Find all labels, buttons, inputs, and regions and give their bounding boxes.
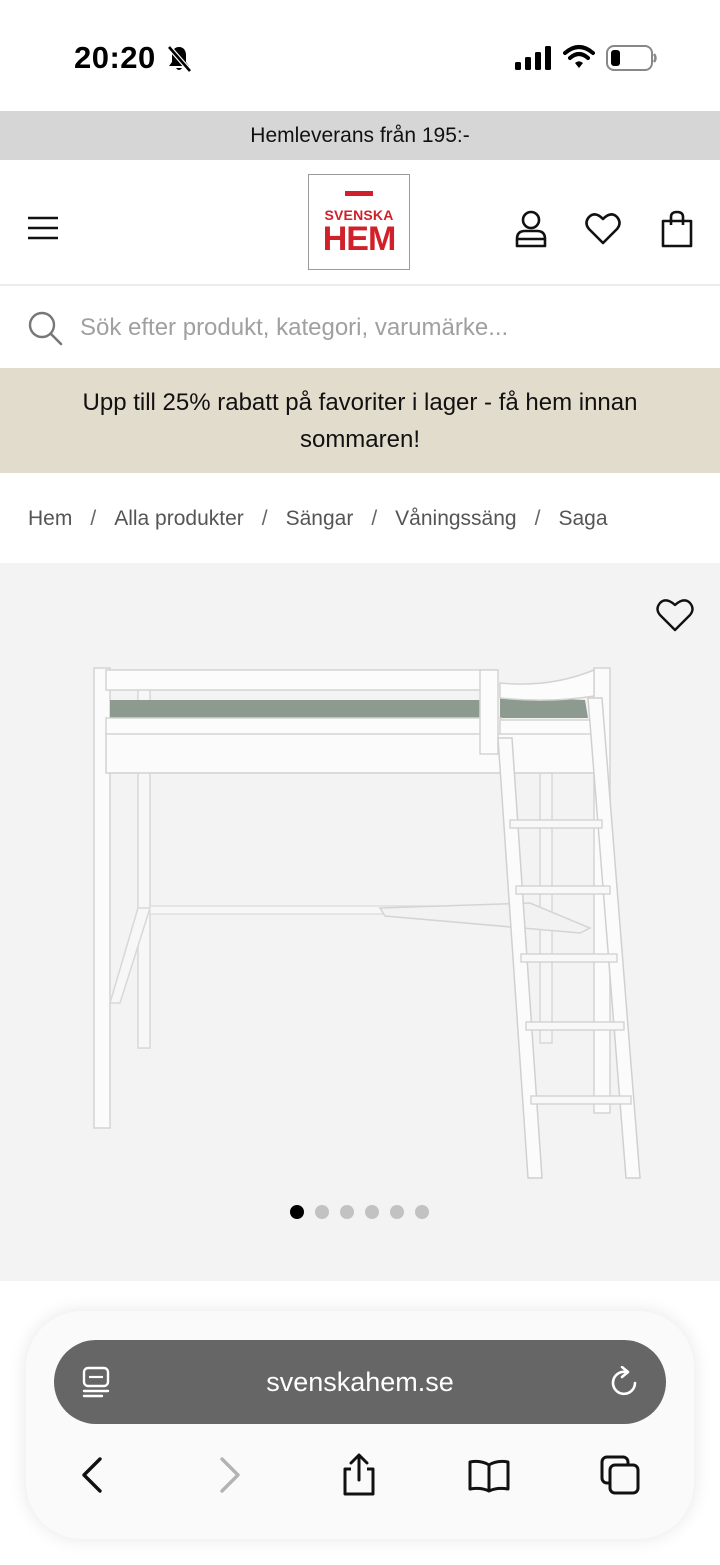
favorite-heart-icon[interactable] [656,597,694,633]
share-icon[interactable] [337,1453,381,1497]
status-bar: 20:20 [0,0,720,111]
address-bar[interactable]: svenskahem.se [54,1340,666,1424]
back-icon[interactable] [72,1453,116,1497]
shopping-bag-icon[interactable] [660,210,694,248]
gallery-dot-3[interactable] [340,1205,354,1219]
promo-banner[interactable]: Upp till 25% rabatt på favoriter i lager… [0,368,720,473]
heart-icon[interactable] [585,212,621,246]
battery-icon [606,45,657,71]
breadcrumb-item-sangar[interactable]: Sängar [286,507,354,531]
breadcrumb-item-saga[interactable]: Saga [558,507,607,531]
menu-icon[interactable] [28,215,58,241]
user-icon[interactable] [514,210,548,248]
gallery-pagination [290,1205,429,1219]
gallery-dot-5[interactable] [390,1205,404,1219]
gallery-dot-6[interactable] [415,1205,429,1219]
forward-icon[interactable] [206,1453,250,1497]
breadcrumb-separator: / [371,507,378,530]
gallery-dot-4[interactable] [365,1205,379,1219]
bookmarks-icon[interactable] [467,1453,511,1497]
product-image-loft-bed[interactable] [80,658,650,1188]
breadcrumb-separator: / [261,507,268,530]
breadcrumb: Hem / Alla produkter / Sängar / Våningss… [28,505,608,533]
url-text[interactable]: svenskahem.se [54,1340,666,1424]
search-input[interactable] [80,306,700,350]
breadcrumb-item-hem[interactable]: Hem [28,507,72,531]
breadcrumb-separator: / [534,507,541,530]
search-icon [28,311,63,346]
wifi-icon [563,45,595,68]
bell-slash-icon [167,45,192,73]
breadcrumb-separator: / [90,507,97,530]
cellular-signal-icon [515,46,551,70]
gallery-dot-1[interactable] [290,1205,304,1219]
logo-bar [345,191,373,196]
breadcrumb-item-alla-produkter[interactable]: Alla produkter [114,507,244,531]
site-header: SVENSKA HEM [0,160,720,286]
gallery-dot-2[interactable] [315,1205,329,1219]
search-bar [0,288,720,368]
tabs-icon[interactable] [598,1453,642,1497]
breadcrumb-item-vaningssang[interactable]: Våningssäng [395,507,516,531]
reader-icon[interactable] [82,1366,112,1398]
logo[interactable]: SVENSKA HEM [308,174,410,270]
status-time: 20:20 [74,40,156,75]
browser-toolbar: svenskahem.se [26,1311,694,1539]
reload-icon[interactable] [610,1366,640,1398]
product-gallery[interactable] [0,563,720,1281]
delivery-banner: Hemleverans från 195:- [0,111,720,160]
logo-text-bottom: HEM [322,220,397,258]
